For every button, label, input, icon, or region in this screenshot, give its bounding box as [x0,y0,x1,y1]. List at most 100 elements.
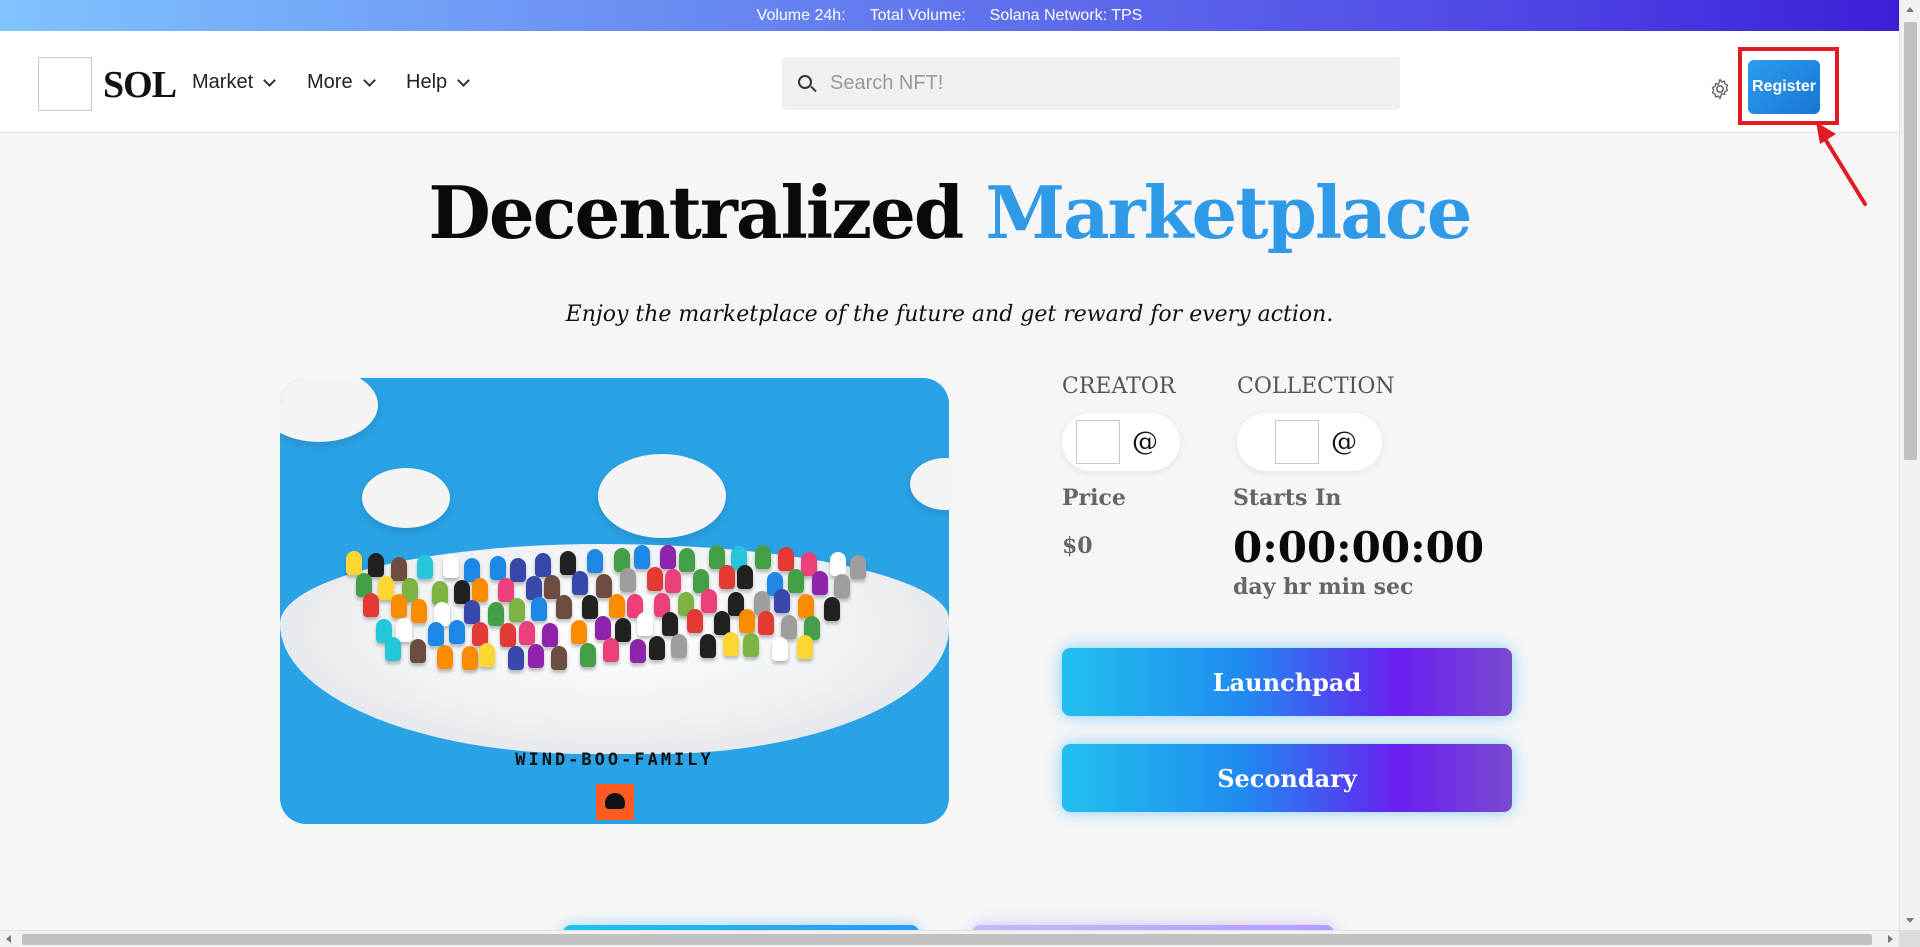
nft-badge-icon [596,784,634,820]
secondary-button[interactable]: Secondary [1062,744,1512,812]
figure-shape [833,574,850,599]
figure-shape [736,565,753,590]
figure-shape [665,568,682,593]
search-bar [782,57,1400,110]
collection-handle: @ [1331,427,1357,457]
register-button[interactable]: Register [1748,60,1820,114]
chevron-down-icon [362,74,376,87]
figure-shape [345,551,362,576]
logo-image[interactable] [38,57,92,111]
figure-shape [487,601,504,626]
horizontal-scrollbar[interactable] [0,930,1899,947]
figure-shape [519,620,536,645]
creator-pill[interactable]: @ [1062,413,1180,471]
figure-shape [478,643,495,668]
hero-title-part1: Decentralized [428,170,964,255]
figure-shape [777,546,794,571]
nav-market[interactable]: Market [192,71,276,94]
figure-shape [743,632,760,657]
cloud-shape [362,468,450,528]
search-input[interactable] [830,72,1370,95]
creator-avatar [1076,420,1120,464]
network-tps-label: Solana Network: TPS [989,6,1143,24]
nav-more-label: More [307,71,353,93]
nav-help[interactable]: Help [406,71,471,94]
scroll-down-icon[interactable] [1906,918,1914,923]
logo-text[interactable]: SOL [103,63,177,107]
figure-shape [849,554,866,579]
scrollbar-corner [1899,930,1920,947]
figure-shape [615,618,632,643]
figure-shape [636,611,653,636]
figure-shape [571,571,588,596]
figure-shape [559,551,576,576]
nft-artwork-card[interactable]: WIND-BOO-FAMILY [280,378,949,824]
gear-icon[interactable] [1708,77,1732,101]
volume-24h-label: Volume 24h: [756,6,846,24]
figure-shape [490,556,507,581]
cloud-shape [598,454,726,538]
launchpad-button[interactable]: Launchpad [1062,648,1512,716]
figure-shape [609,594,626,619]
figure-shape [739,608,756,633]
figure-shape [773,588,790,613]
figure-shape [497,577,514,602]
cloud-shape [910,458,949,510]
hero-title: Decentralized Marketplace [0,170,1899,255]
figure-shape [556,594,573,619]
figure-shape [824,596,840,621]
figure-shape [595,574,612,599]
figure-shape [629,638,646,663]
countdown-timer: 0:00:00:00 [1233,523,1485,572]
figure-shape [634,545,651,570]
figure-shape [510,557,527,582]
figure-shape [431,580,448,605]
figure-shape [699,633,716,658]
creator-handle: @ [1132,427,1158,457]
price-value: $0 [1062,533,1093,559]
figure-shape [437,645,454,670]
figure-shape [443,554,460,579]
figure-shape [581,595,598,620]
figure-shape [363,592,380,617]
scroll-left-icon[interactable] [6,935,11,943]
figure-shape [384,637,401,662]
figure-shape [390,594,407,619]
figure-shape [796,635,813,660]
figure-shape [701,588,718,613]
figure-shape [461,645,478,670]
stats-ticker: Volume 24h: Total Volume: Solana Network… [0,0,1899,31]
starts-in-label: Starts In [1233,485,1342,511]
figure-shape [409,639,426,664]
figure-shape [755,545,772,570]
figure-shape [722,632,739,657]
creator-label: CREATOR [1062,374,1176,399]
figure-shape [798,594,815,619]
figure-shape [580,642,597,667]
scrollbar-thumb[interactable] [1904,22,1917,460]
figure-shape [427,621,444,646]
figure-shape [449,620,466,645]
figure-shape [829,552,846,577]
countdown-units: day hr min sec [1233,574,1414,600]
figure-shape [410,598,427,623]
scrollbar-thumb[interactable] [22,934,1872,945]
scroll-right-icon[interactable] [1888,935,1893,943]
figure-shape [390,556,407,581]
cloud-shape [280,378,378,442]
search-icon [796,73,818,95]
figure-shape [530,596,547,621]
collection-pill[interactable]: @ [1237,413,1382,471]
figure-shape [417,554,434,579]
figures-group [322,538,902,670]
vertical-scrollbar[interactable] [1899,0,1920,930]
figure-shape [811,570,828,595]
scroll-up-icon[interactable] [1906,7,1914,12]
figure-shape [463,599,480,624]
figure-shape [602,637,619,662]
figure-shape [772,636,789,661]
nav-more[interactable]: More [307,71,376,94]
figure-shape [647,567,664,592]
figure-shape [662,611,678,636]
figure-shape [619,567,636,592]
